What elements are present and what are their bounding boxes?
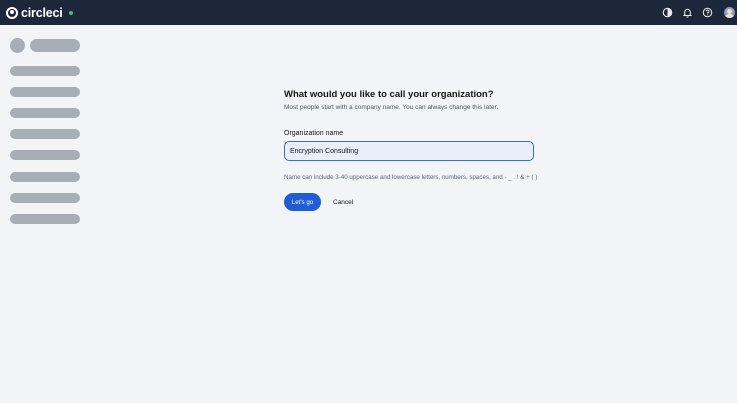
top-icons — [662, 0, 735, 25]
skeleton-nav-item — [10, 108, 80, 118]
skeleton-avatar — [10, 38, 25, 53]
form-actions: Let's go Cancel — [284, 193, 544, 211]
theme-toggle-icon[interactable] — [662, 7, 673, 18]
circleci-logo-icon — [6, 6, 18, 19]
organization-name-input[interactable]: Encryption Consulting — [284, 141, 534, 161]
help-icon[interactable] — [702, 7, 713, 18]
skeleton-nav-item — [10, 150, 80, 160]
skeleton-nav-item — [10, 193, 80, 203]
organization-name-value: Encryption Consulting — [290, 147, 359, 155]
skeleton-nav-item — [10, 66, 80, 76]
bell-icon[interactable] — [682, 7, 693, 18]
organization-name-label: Organization name — [284, 130, 344, 137]
user-avatar[interactable] — [724, 7, 735, 18]
page-title: What would you like to call your organiz… — [284, 89, 494, 100]
skeleton-org-switcher — [10, 38, 80, 53]
brand-name: circleci — [21, 5, 63, 20]
status-dot — [68, 10, 73, 15]
skeleton-nav-item — [10, 172, 80, 182]
cancel-button[interactable]: Cancel — [333, 199, 353, 206]
name-requirements-hint: Name can include 3-40 uppercase and lowe… — [284, 174, 538, 181]
skeleton-nav-item — [10, 214, 80, 224]
top-navigation-bar: circleci — [0, 0, 737, 25]
skeleton-nav-item — [10, 87, 80, 97]
lets-go-button[interactable]: Let's go — [284, 193, 321, 211]
create-organization-form: What would you like to call your organiz… — [284, 89, 544, 211]
skeleton-org-name — [30, 39, 80, 52]
page-subtitle: Most people start with a company name. Y… — [284, 104, 499, 111]
skeleton-nav-item — [10, 129, 80, 139]
circleci-logo[interactable]: circleci — [6, 6, 73, 20]
